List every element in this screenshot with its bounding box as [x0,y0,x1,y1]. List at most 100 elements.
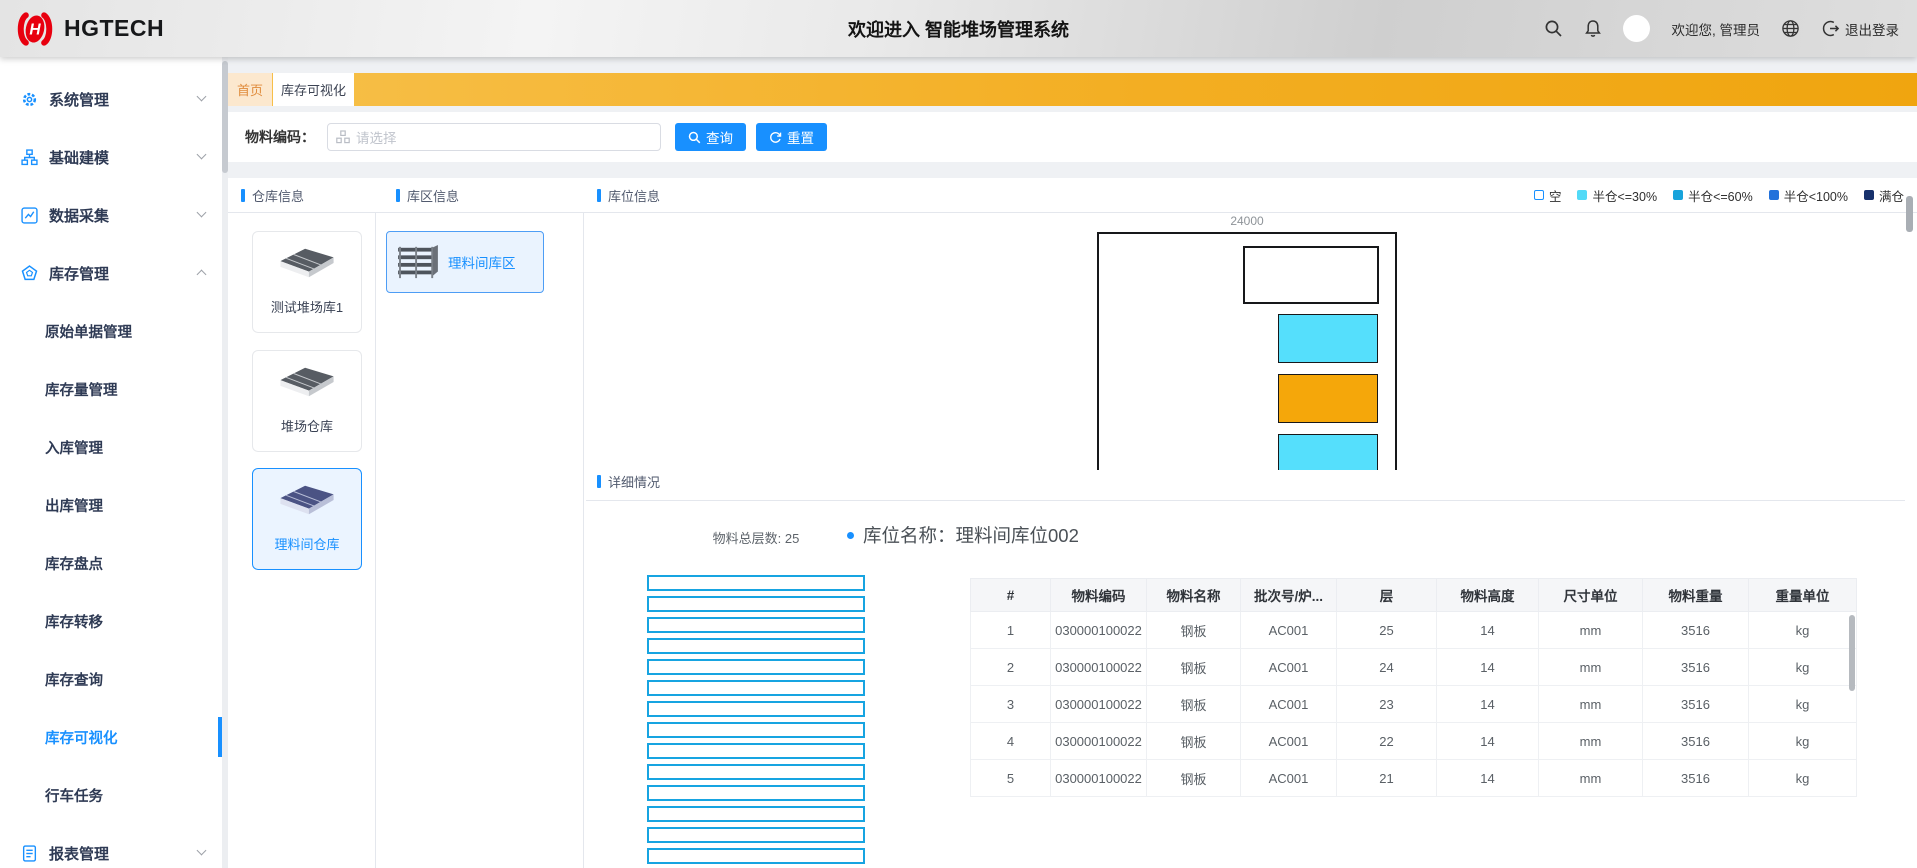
reset-button[interactable]: 重置 [756,123,827,151]
stack-layer [647,596,865,612]
total-layers-label: 物料总层数: 25 [647,528,865,547]
sidebar-item-label: 数据采集 [49,205,109,226]
sidebar-item-data-collection[interactable]: 数据采集 [0,186,222,244]
sidebar-item-original-documents[interactable]: 原始单据管理 [0,302,222,360]
chevron-down-icon [197,92,207,102]
table-row: 2030000100022钢板AC0012414mm3516kg [971,649,1857,686]
tabbar: 首页 库存可视化 [228,73,1917,106]
header-actions: 欢迎您, 管理员 退出登录 [1544,0,1899,57]
table-cell: 3516 [1643,649,1749,686]
chevron-down-icon [197,150,207,160]
stack-layer [647,701,865,717]
bell-icon[interactable] [1584,19,1602,38]
warehouse-card-label: 堆场仓库 [281,416,333,435]
sidebar-item-stocktaking[interactable]: 库存盘点 [0,534,222,592]
slot-box-half30[interactable] [1278,434,1378,470]
panel-scrollbar-thumb[interactable] [1906,196,1913,232]
sidebar-item-label: 基础建模 [49,147,109,168]
sidebar-item-stock-visualization[interactable]: 库存可视化 [0,708,222,766]
legend-item: 空 [1534,186,1562,205]
sidebar-item-label: 库存可视化 [45,727,118,748]
sidebar-item-label: 库存查询 [45,669,103,690]
sidebar-item-inventory-management[interactable]: 库存管理 [0,244,222,302]
tab-inventory-visualization[interactable]: 库存可视化 [273,73,354,106]
table-row: 4030000100022钢板AC0012214mm3516kg [971,723,1857,760]
table-header-row: #物料编码物料名称批次号/炉...层物料高度尺寸单位物料重量重量单位 [971,579,1857,612]
sidebar-item-report-management[interactable]: 报表管理 [0,824,222,868]
sidebar-item-basic-modeling[interactable]: 基础建模 [0,128,222,186]
table-cell: 25 [1337,612,1437,649]
table-cell: mm [1539,760,1643,797]
stack-layer [647,827,865,843]
sidebar-scrollbar-thumb[interactable] [222,61,228,173]
table-cell: 14 [1437,612,1539,649]
query-button[interactable]: 查询 [675,123,746,151]
stack-layer [647,848,865,864]
rack-icon [396,244,440,280]
tab-home[interactable]: 首页 [228,73,272,106]
area-card-liliao[interactable]: 理料间库区 [386,231,544,293]
sidebar-item-label: 原始单据管理 [45,321,132,342]
legend-label: 空 [1549,186,1562,205]
sidebar-item-inbound[interactable]: 入库管理 [0,418,222,476]
table-scrollbar-thumb[interactable] [1849,615,1855,691]
legend-label: 半仓<=30% [1592,186,1657,205]
table-cell: 030000100022 [1051,686,1147,723]
panel-header-divider [228,212,1917,213]
sidebar-scrollbar[interactable] [222,57,228,868]
legend-swatch [1534,190,1544,200]
chevron-up-icon [197,270,207,280]
warehouse-card-yard-warehouse[interactable]: 堆场仓库 [252,350,362,452]
warehouse-card-liliao-room[interactable]: 理料间仓库 [252,468,362,570]
slot-box-empty[interactable] [1243,246,1379,304]
slot-box-highlighted[interactable] [1278,374,1378,423]
brand-name: HGTECH [64,15,164,42]
material-table: #物料编码物料名称批次号/炉...层物料高度尺寸单位物料重量重量单位103000… [970,578,1857,797]
legend-label: 半仓<=60% [1688,186,1753,205]
table-cell: 钢板 [1147,760,1241,797]
sidebar-item-stock-quantity[interactable]: 库存量管理 [0,360,222,418]
sidebar-item-crane-task[interactable]: 行车任务 [0,766,222,824]
globe-icon[interactable] [1781,19,1800,38]
title-bar-accent [597,475,601,488]
slot-name-title: 库位名称：理料间库位002 [847,522,1079,548]
material-code-select[interactable]: 请选择 [327,123,661,151]
slot-name-text: 库位名称：理料间库位002 [863,522,1079,548]
stack-layer [647,659,865,675]
brand-logo[interactable]: H HGTECH [14,11,164,47]
layer-stack [647,575,865,868]
slot-panel-title: 库位信息 [597,178,660,212]
legend-swatch [1577,190,1587,200]
warehouse-icon [274,364,340,407]
table-cell: mm [1539,649,1643,686]
sidebar-item-outbound[interactable]: 出库管理 [0,476,222,534]
table-cell: 14 [1437,686,1539,723]
search-icon[interactable] [1544,19,1563,38]
sidebar-item-system-management[interactable]: 系统管理 [0,70,222,128]
sidebar-item-label: 库存盘点 [45,553,103,574]
sidebar-item-stock-transfer[interactable]: 库存转移 [0,592,222,650]
svg-text:H: H [29,21,41,38]
warehouse-card-test-yard-1[interactable]: 测试堆场库1 [252,231,362,333]
table-cell: 21 [1337,760,1437,797]
table-cell: 14 [1437,723,1539,760]
sidebar-item-label: 入库管理 [45,437,103,458]
chart-icon [21,207,38,224]
table-header-cell: 物料高度 [1437,579,1539,612]
table-cell: 4 [971,723,1051,760]
stack-layer [647,722,865,738]
table-row: 3030000100022钢板AC0012314mm3516kg [971,686,1857,723]
table-cell: 钢板 [1147,649,1241,686]
table-cell: kg [1749,649,1857,686]
legend-item: 半仓<=60% [1673,186,1753,205]
stack-layer [647,785,865,801]
table-cell: 3516 [1643,612,1749,649]
avatar[interactable] [1623,15,1650,42]
content-panels: 仓库信息 库区信息 库位信息 空半仓<=30%半仓<=60%半仓<100%满仓 … [228,178,1917,868]
slot-box-half30[interactable] [1278,314,1378,363]
logout-button[interactable]: 退出登录 [1821,19,1899,39]
table-cell: 1 [971,612,1051,649]
table-cell: 5 [971,760,1051,797]
sidebar-item-stock-query[interactable]: 库存查询 [0,650,222,708]
table-cell: 3516 [1643,760,1749,797]
